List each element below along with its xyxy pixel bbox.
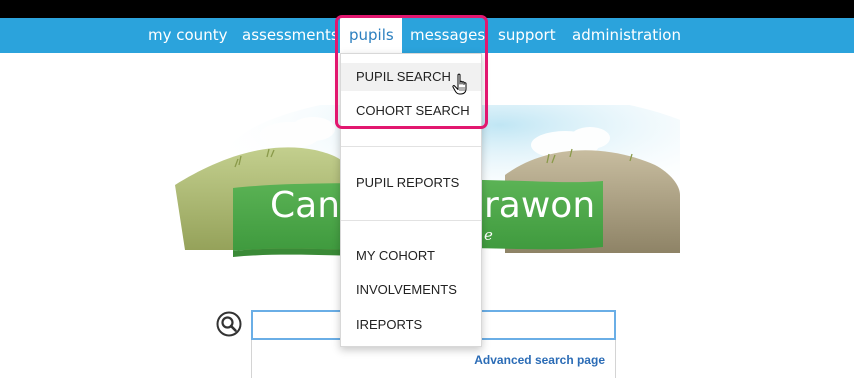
pupils-dropdown-menu: PUPIL SEARCH COHORT SEARCH PUPIL REPORTS… xyxy=(340,53,482,347)
banner-subtitle: e xyxy=(484,226,493,244)
menu-item-involvements[interactable]: INVOLVEMENTS xyxy=(341,276,481,304)
nav-administration[interactable]: administration xyxy=(572,18,681,53)
menu-item-my-cohort[interactable]: MY COHORT xyxy=(341,242,481,270)
nav-my-county[interactable]: my county xyxy=(148,18,227,53)
advanced-search-link[interactable]: Advanced search page xyxy=(474,353,605,367)
main-navigation: my county assessments pupils messages su… xyxy=(0,18,854,53)
menu-item-pupil-reports[interactable]: PUPIL REPORTS xyxy=(341,169,481,197)
nav-support[interactable]: support xyxy=(498,18,556,53)
banner-title-right: rawon xyxy=(484,185,596,226)
nav-assessments[interactable]: assessments xyxy=(242,18,339,53)
top-black-bar xyxy=(0,0,854,18)
menu-divider xyxy=(341,146,481,147)
nav-messages[interactable]: messages xyxy=(410,18,485,53)
menu-item-cohort-search[interactable]: COHORT SEARCH xyxy=(341,97,481,125)
search-icon[interactable] xyxy=(216,311,242,337)
nav-pupils[interactable]: pupils xyxy=(340,18,402,53)
menu-divider xyxy=(341,220,481,221)
menu-item-ireports[interactable]: IREPORTS xyxy=(341,311,481,339)
hand-cursor-icon xyxy=(452,73,467,95)
